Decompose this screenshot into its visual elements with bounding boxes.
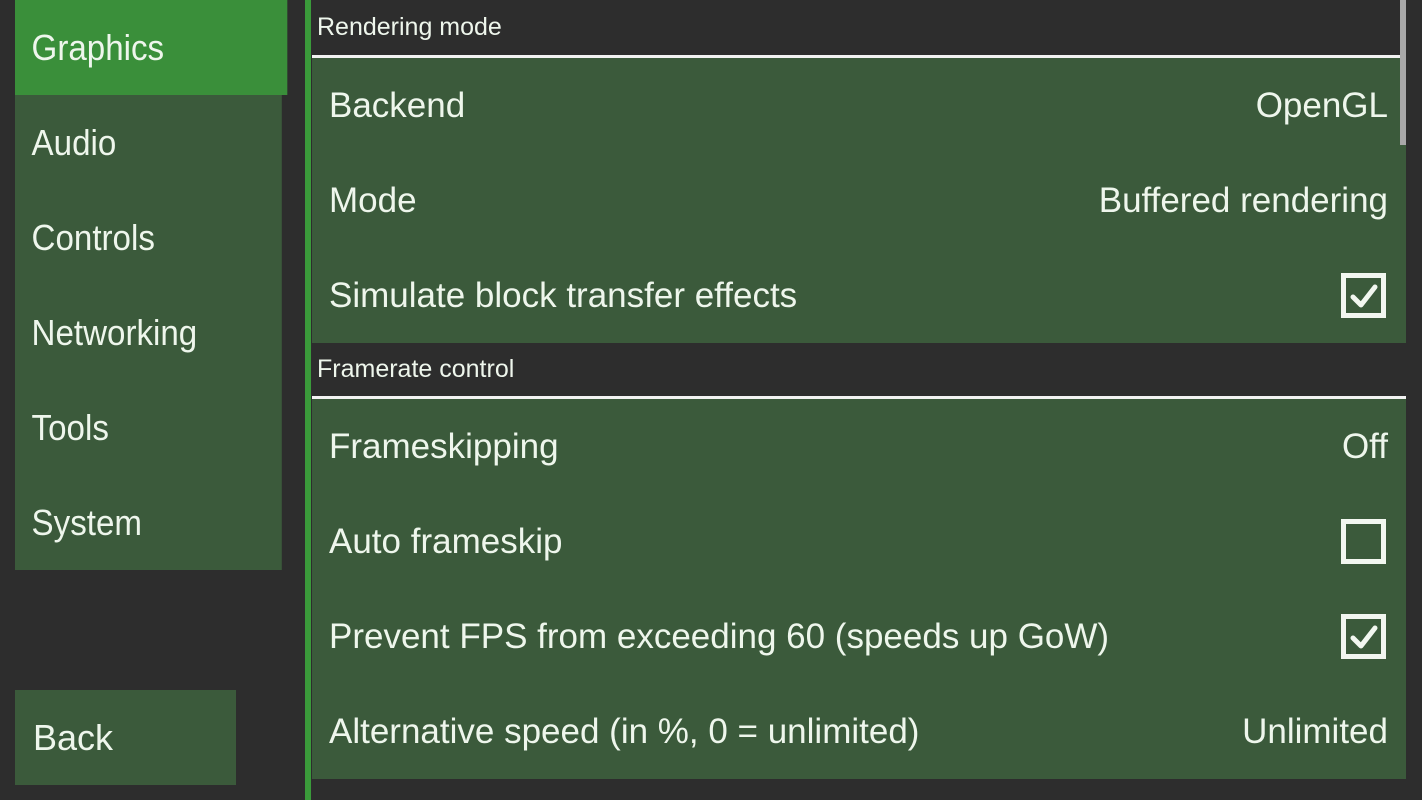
- tab-audio[interactable]: Audio: [15, 95, 282, 190]
- tab-tools[interactable]: Tools: [15, 380, 282, 475]
- checkbox-unchecked[interactable]: [1341, 519, 1386, 564]
- tab-label: Controls: [31, 216, 155, 258]
- tab-label: Graphics: [31, 26, 165, 68]
- section-title: Framerate control: [317, 355, 515, 383]
- setting-backend[interactable]: Backend OpenGL: [312, 58, 1406, 153]
- tab-label: Networking: [31, 311, 198, 353]
- setting-value: Unlimited: [1242, 711, 1388, 751]
- tab-graphics[interactable]: Graphics: [15, 0, 288, 95]
- setting-prevent-fps[interactable]: Prevent FPS from exceeding 60 (speeds up…: [312, 589, 1406, 684]
- tab-label: System: [31, 501, 142, 543]
- tab-networking[interactable]: Networking: [15, 285, 282, 380]
- setting-label: Alternative speed (in %, 0 = unlimited): [329, 711, 920, 751]
- back-button[interactable]: Back: [15, 690, 236, 785]
- settings-list: Rendering mode Backend OpenGL Mode Buffe…: [312, 0, 1406, 779]
- setting-label: Frameskipping: [329, 426, 559, 466]
- setting-label: Prevent FPS from exceeding 60 (speeds up…: [329, 616, 1110, 656]
- tab-label: Tools: [31, 406, 109, 448]
- checkbox-checked[interactable]: [1341, 273, 1386, 318]
- setting-mode[interactable]: Mode Buffered rendering: [312, 153, 1406, 248]
- setting-value: OpenGL: [1255, 85, 1388, 125]
- tab-system[interactable]: System: [15, 475, 282, 570]
- section-header-rendering-mode: Rendering mode: [312, 0, 1406, 58]
- tab-controls[interactable]: Controls: [15, 190, 282, 285]
- setting-alternative-speed[interactable]: Alternative speed (in %, 0 = unlimited) …: [312, 684, 1406, 779]
- setting-label: Simulate block transfer effects: [329, 275, 798, 315]
- tab-label: Audio: [31, 121, 117, 163]
- setting-simulate-block-transfer[interactable]: Simulate block transfer effects: [312, 248, 1406, 343]
- scrollbar-thumb[interactable]: [1400, 0, 1406, 145]
- sidebar-divider: [305, 0, 311, 800]
- setting-value: Buffered rendering: [1098, 180, 1388, 220]
- setting-frameskipping[interactable]: Frameskipping Off: [312, 399, 1406, 494]
- setting-label: Mode: [329, 180, 417, 220]
- setting-label: Auto frameskip: [329, 521, 563, 561]
- checkmark-icon: [1350, 284, 1377, 307]
- section-title: Rendering mode: [317, 13, 502, 41]
- section-header-framerate-control: Framerate control: [312, 343, 1406, 399]
- sidebar-tabs: Graphics Audio Controls Networking Tools…: [15, 0, 305, 570]
- checkbox-checked[interactable]: [1341, 614, 1386, 659]
- setting-value: Off: [1341, 426, 1388, 466]
- setting-label: Backend: [329, 85, 466, 125]
- setting-auto-frameskip[interactable]: Auto frameskip: [312, 494, 1406, 589]
- checkmark-icon: [1350, 625, 1377, 648]
- back-label: Back: [33, 716, 114, 758]
